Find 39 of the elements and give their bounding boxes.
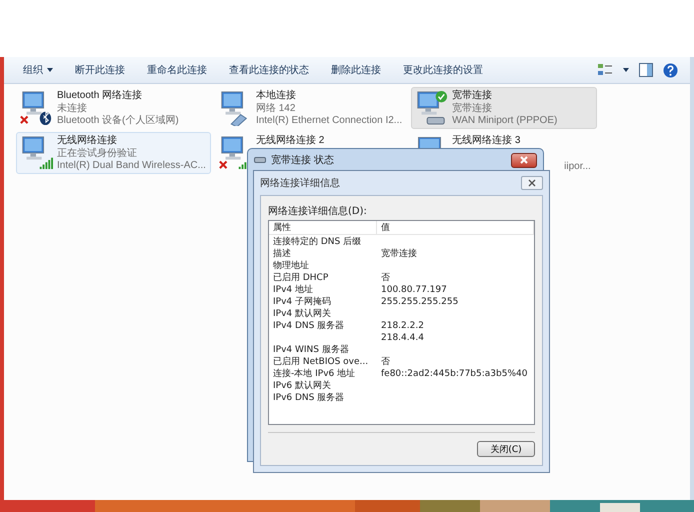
value-cell-text: fe80::2ad2:445b:77b5:a3b5%40 [381,368,528,380]
property-cell-text: IPv4 默认网关 [273,308,332,320]
list-label: 网络连接详细信息(D): [268,204,368,218]
value-cell-text: 218.2.2.2 [381,320,425,332]
property-cell-text: IPv4 地址 [273,284,314,296]
property-cell-text: 已启用 DHCP [273,272,330,284]
connection-name: 本地连接 [256,90,297,102]
value-cell-text: 否 [381,356,391,368]
connection-name: 无线网络连接 3 [452,135,522,148]
connection-name: 宽带连接 [452,90,494,102]
value-cell-text: 宽带连接 [381,248,418,260]
connection-name: Bluetooth 网络连接 [57,90,144,102]
device-name: iipor... [564,160,591,173]
connection-name: 无线网络连接 2 [256,135,324,148]
property-cell-text: 连接特定的 DNS 后缀 [273,236,362,248]
value-cell-text: 100.80.77.197 [381,284,448,296]
property-cell-text: 物理地址 [273,260,310,272]
property-cell-text: 已启用 NetBIOS ove... [273,356,370,368]
property-cell-text: IPv6 默认网关 [273,380,332,392]
device-name: Bluetooth 设备(个人区域网) [57,115,179,128]
device-name: Intel(R) Dual Band Wireless-AC... [57,160,206,172]
connection-status: 宽带连接 [452,102,494,115]
value-cell-text: 否 [381,272,391,284]
value-cell-text: 218.4.4.4 [381,332,425,344]
dialog-title: 网络连接详细信息 [260,176,340,190]
connection-status: 正在尝试身份验证 [57,148,138,160]
property-cell-text: IPv4 WINS 服务器 [273,344,350,356]
window-title: 宽带连接 状态 [271,154,334,167]
device-name: Intel(R) Ethernet Connection I2... [256,115,402,128]
value-cell-text: 255.255.255.255 [381,296,460,308]
connection-status: 未连接 [57,102,88,115]
device-name: WAN Miniport (PPPOE) [452,115,558,128]
property-cell-text: IPv4 DNS 服务器 [273,320,346,332]
property-cell-text: 描述 [273,248,292,260]
property-cell-text: 连接-本地 IPv6 地址 [273,368,356,380]
property-cell-text: IPv4 子网掩码 [273,296,332,308]
connection-name: 无线网络连接 [57,135,118,148]
property-cell-text: IPv6 DNS 服务器 [273,392,346,404]
connection-status: 网络 142 [256,102,296,115]
